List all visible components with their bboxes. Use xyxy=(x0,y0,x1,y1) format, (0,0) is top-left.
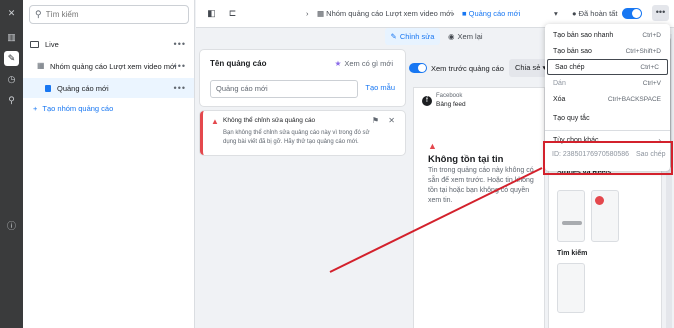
search-box[interactable]: ⚲ xyxy=(29,5,189,24)
ad-name-title: Tên quảng cáo xyxy=(210,59,267,68)
ad-name-input[interactable]: Quảng cáo mới xyxy=(210,80,358,98)
adset-label: Nhóm quảng cáo Lượt xem video mới xyxy=(50,61,177,71)
reel-thumbnail[interactable] xyxy=(591,190,619,242)
warning-body: Bạn không thể chỉnh sửa quảng cáo này vì… xyxy=(223,130,370,145)
folder-outline-icon[interactable]: ⊏ xyxy=(227,8,238,19)
more-icon[interactable]: ••• xyxy=(174,61,186,71)
tab-edit[interactable]: ✎ Chỉnh sửa xyxy=(385,28,440,45)
chevron-down-icon[interactable]: ▾ xyxy=(554,9,558,18)
close-icon[interactable]: ✕ xyxy=(388,116,395,125)
preview-error-body: Tin trong quảng cáo này không có sẵn để … xyxy=(428,167,534,204)
clock-icon[interactable]: ◷ xyxy=(4,72,19,87)
plus-icon: + xyxy=(33,104,38,113)
search-rail-icon[interactable]: ⚲ xyxy=(4,93,19,108)
error-icon xyxy=(595,196,604,205)
tree-row-adset[interactable]: ▦ Nhóm quảng cáo Lượt xem video mới ••• xyxy=(23,56,194,76)
sparkle-icon: ★ xyxy=(334,59,342,68)
cannot-edit-warning: ▲ Không thể chỉnh sửa quảng cáo ⚑ ✕ Bạn … xyxy=(200,111,405,155)
more-icon[interactable]: ••• xyxy=(174,83,186,93)
pencil-icon: ✎ xyxy=(390,32,397,41)
add-adset-link[interactable]: + Tạo nhóm quảng cáo xyxy=(33,104,113,113)
tree-row-campaign[interactable]: Live ••• xyxy=(23,34,194,54)
breadcrumb-ad[interactable]: ■ Quảng cáo mới xyxy=(462,9,520,18)
ad-label: Quảng cáo mới xyxy=(57,83,109,93)
folder-icon xyxy=(30,40,39,48)
pencil-icon[interactable]: ✎ xyxy=(4,51,19,66)
ad-icon xyxy=(45,84,51,92)
more-icon[interactable]: ••• xyxy=(174,39,186,49)
campaign-label: Live xyxy=(45,39,59,49)
menu-item-delete[interactable]: Xóa Ctrl+BACKSPACE xyxy=(545,91,670,107)
preview-toggle-switch[interactable] xyxy=(409,63,427,73)
warning-icon: ▲ xyxy=(428,141,437,151)
search-thumbnail[interactable] xyxy=(557,263,585,313)
facebook-icon: f xyxy=(422,96,432,106)
menu-item-quick-duplicate[interactable]: Tạo bản sao nhanh Ctrl+D xyxy=(545,27,670,43)
preview-source: Facebook xyxy=(436,93,463,99)
search-input[interactable] xyxy=(45,10,166,19)
tab-review[interactable]: ◉ Xem lại xyxy=(448,28,483,45)
tree-row-ad[interactable]: Quảng cáo mới ••• xyxy=(23,78,194,98)
search-icon: ⚲ xyxy=(35,9,42,19)
preview-error-title: Không tồn tại tin xyxy=(428,154,504,165)
breadcrumb-adset[interactable]: ▦ Nhóm quảng cáo Lượt xem video mới xyxy=(317,9,453,18)
search-placement-title: Tìm kiếm xyxy=(557,250,588,257)
bar-chart-icon[interactable]: ▥ xyxy=(4,30,19,45)
menu-item-duplicate[interactable]: Tạo bản sao Ctrl+Shift+D xyxy=(545,43,670,59)
menu-item-copy[interactable]: Sao chép Ctrl+C xyxy=(547,59,668,75)
whats-new-link[interactable]: ★ Xem có gì mới xyxy=(335,59,393,68)
ad-name-card: Tên quảng cáo ★ Xem có gì mới Quảng cáo m… xyxy=(200,50,405,106)
panel-toggle-icon[interactable]: ◧ xyxy=(206,8,217,19)
chevron-right-icon: › xyxy=(306,9,309,18)
status-done: ● Đã hoàn tất xyxy=(572,9,618,18)
feedback-icon[interactable]: ⚑ xyxy=(372,116,379,125)
menu-item-create-rule[interactable]: Tạo quy tắc xyxy=(545,110,670,126)
campaign-tree: ⚲ Live ••• ▦ Nhóm quảng cáo Lượt xem vid… xyxy=(23,0,195,328)
stories-reels-panel: Stories và Reels Tìm kiếm xyxy=(549,165,661,328)
share-button[interactable]: Chia sẻ ▾ xyxy=(509,59,549,77)
grid-icon: ▦ xyxy=(37,61,45,70)
menu-divider xyxy=(545,130,670,131)
warning-title: Không thể chỉnh sửa quảng cáo xyxy=(223,117,316,124)
left-rail: ✕ ▥ ✎ ◷ ⚲ ⓘ xyxy=(0,0,23,328)
warning-icon: ▲ xyxy=(211,117,219,126)
info-icon[interactable]: ⓘ xyxy=(4,218,19,233)
create-template-link[interactable]: Tạo mẫu xyxy=(365,83,395,92)
eye-icon: ◉ xyxy=(448,32,455,41)
preview-placement: Bảng feed xyxy=(436,101,466,108)
story-thumbnail[interactable] xyxy=(557,190,585,242)
close-icon[interactable]: ✕ xyxy=(4,6,19,21)
ad-preview-toggle[interactable]: Xem trước quảng cáo xyxy=(409,58,504,78)
annotation-highlight-box xyxy=(543,141,673,175)
feed-preview-card: f Facebook Bảng feed ▲ Không tồn tại tin… xyxy=(414,88,544,328)
ad-toggle[interactable] xyxy=(622,8,642,19)
more-button[interactable]: ••• xyxy=(652,5,669,21)
chevron-right-icon: › xyxy=(452,9,455,18)
menu-item-paste[interactable]: Dán Ctrl+V xyxy=(545,75,670,91)
